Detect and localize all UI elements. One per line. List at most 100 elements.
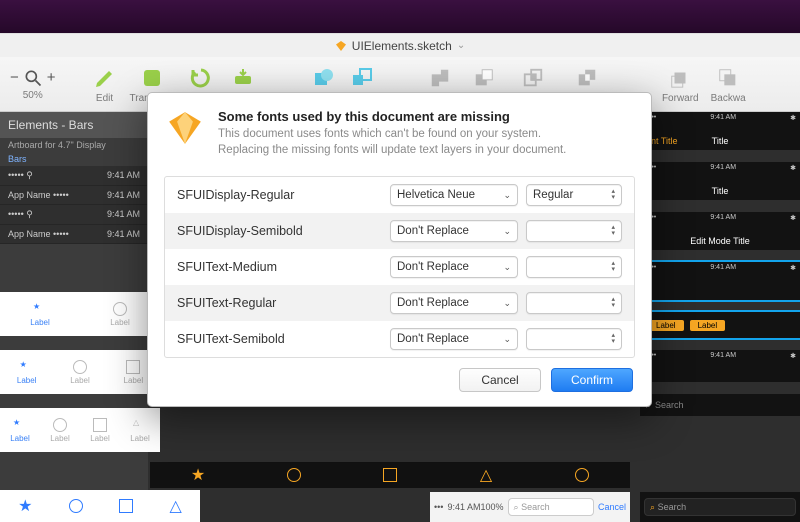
stepper-icon: ▴▾ (611, 189, 615, 201)
replacement-weight-select[interactable]: Regular▴▾ (526, 184, 622, 206)
pencil-icon (92, 65, 118, 91)
font-row: SFUIText-MediumDon't Replace⌄ ▴▾ (165, 249, 634, 285)
confirm-button[interactable]: Confirm (551, 368, 633, 392)
zoom-value: 50% (23, 90, 43, 101)
bring-forward-icon (667, 65, 693, 91)
intersect-icon (520, 65, 546, 91)
star-icon: ★ (13, 418, 27, 432)
font-row: SFUIDisplay-SemiboldDon't Replace⌄ ▴▾ (165, 213, 634, 249)
chevron-down-icon: ⌄ (503, 190, 511, 201)
cancel-button[interactable]: Cancel (459, 368, 541, 392)
sketch-app-icon (166, 109, 204, 147)
search-bar-dark: ⌕Search (640, 394, 800, 416)
replacement-weight-select[interactable]: ▴▾ (526, 220, 622, 242)
nav-bar-preview: App Name •••••9:41 AM (0, 225, 148, 244)
segment-chip: Label (690, 320, 726, 331)
stepper-icon: ▴▾ (611, 297, 615, 309)
tab-bar-artboards: ★Label Label ★Label Label Label ★Label L… (0, 292, 160, 466)
transform-icon (139, 65, 165, 91)
tab-star: ★Label (0, 302, 80, 327)
circle-icon (73, 360, 87, 374)
replacement-family-select[interactable]: Helvetica Neue⌄ (390, 184, 518, 206)
square-icon (93, 418, 107, 432)
tab-bar-light-2: ★Label Label Label (0, 350, 160, 394)
scale-icon (349, 65, 375, 91)
search-icon: ⌕ (514, 502, 519, 513)
tab-square: Label (80, 418, 120, 443)
artboard-subtitle: Artboard for 4.7" Display (0, 138, 148, 152)
tab-circle: Label (40, 418, 80, 443)
replacement-weight-select[interactable]: ▴▾ (526, 328, 622, 350)
star-icon: ★ (150, 462, 246, 488)
zoom-in-button[interactable]: + (47, 69, 56, 86)
nav-bar-preview: App Name •••••9:41 AM (0, 186, 148, 205)
search-input[interactable]: ⌕ Search (508, 498, 594, 516)
stepper-icon: ▴▾ (611, 225, 615, 237)
chevron-down-icon: ⌄ (503, 334, 511, 345)
triangle-icon: △ (169, 496, 181, 516)
navbar-title: Edit Mode Title (690, 236, 750, 246)
triangle-icon: △ (133, 418, 147, 432)
document-title: UIElements.sketch (352, 39, 452, 53)
navbar-title: Title (712, 186, 729, 196)
toolbar-label: Edit (96, 93, 113, 104)
status-bar-preview: ••••• ⚲9:41 AM (0, 166, 148, 186)
tab-star: ★Label (0, 360, 53, 385)
toolbar-label: Backwa (711, 93, 746, 104)
missing-font-name: SFUIText-Semibold (177, 332, 390, 346)
stepper-icon: ▴▾ (611, 333, 615, 345)
missing-font-name: SFUIDisplay-Regular (177, 188, 390, 202)
navbar-dark-small: •••••9:41 AM✱ (640, 350, 800, 382)
toolbar-label: Forward (662, 93, 699, 104)
toolbar-edit[interactable]: Edit (92, 65, 118, 104)
dialog-title: Some fonts used by this document are mis… (218, 109, 566, 124)
zoom-control: − + 50% (10, 68, 56, 101)
window-titlebar: UIElements.sketch ⌄ (0, 33, 800, 57)
zoom-out-button[interactable]: − (10, 69, 19, 86)
tab-bar-dark-shapes: ★ △ (150, 462, 630, 488)
toolbar-forward[interactable]: Forward (662, 65, 699, 104)
segment-chip: Label (648, 320, 684, 331)
title-dropdown-chevron-icon[interactable]: ⌄ (457, 40, 465, 51)
replacement-family-select[interactable]: Don't Replace⌄ (390, 292, 518, 314)
cancel-link[interactable]: Cancel (598, 502, 626, 512)
section-label: Bars (0, 152, 148, 166)
mask-icon (311, 65, 337, 91)
dialog-body: This document uses fonts which can't be … (218, 127, 566, 158)
navbar-dark-2: •••••9:41 AM✱ Title (640, 162, 800, 200)
search-icon: ⌕ (650, 502, 655, 513)
replacement-family-select[interactable]: Don't Replace⌄ (390, 220, 518, 242)
missing-font-name: SFUIDisplay-Semibold (177, 224, 390, 238)
circle-icon (534, 462, 630, 488)
square-icon (126, 360, 140, 374)
macos-menubar-area (0, 0, 800, 33)
chevron-down-icon: ⌄ (503, 298, 511, 309)
send-backward-icon (715, 65, 741, 91)
star-icon: ★ (20, 360, 34, 374)
chevron-down-icon: ⌄ (503, 226, 511, 237)
triangle-icon: △ (438, 462, 534, 488)
flatten-icon (230, 65, 256, 91)
circle-icon (53, 418, 67, 432)
toolbar-backward[interactable]: Backwa (711, 65, 746, 104)
artboard-title[interactable]: Elements - Bars (0, 112, 148, 138)
search-input[interactable]: ⌕ Search (644, 498, 796, 516)
font-row: SFUIText-RegularDon't Replace⌄▴▾ (165, 285, 634, 321)
tab-triangle: △Label (120, 418, 160, 443)
status-bar-preview: ••••• ⚲9:41 AM (0, 205, 148, 225)
replacement-weight-select[interactable]: ▴▾ (526, 292, 622, 314)
segmented-dark: Label Label (640, 312, 800, 338)
tab-bar-light-3: ★Label Label Label △Label (0, 408, 160, 452)
font-row: SFUIText-SemiboldDon't Replace⌄ ▴▾ (165, 321, 634, 357)
replacement-family-select[interactable]: Don't Replace⌄ (390, 256, 518, 278)
square-icon (119, 499, 133, 513)
font-row: SFUIDisplay-RegularHelvetica Neue⌄ Regula… (165, 177, 634, 213)
search-bar-light: ••• 9:41 AM 100% ⌕ Search Cancel (430, 492, 630, 522)
sketch-document-icon (335, 40, 347, 52)
dark-navbar-artboards: •••••9:41 AM✱ ent Title Title •••••9:41 … (640, 112, 800, 416)
replacement-family-select[interactable]: Don't Replace⌄ (390, 328, 518, 350)
navbar-dark-edit: •••••9:41 AM✱ Edit Mode Title (640, 212, 800, 250)
magnifier-icon[interactable] (23, 68, 43, 88)
replacement-weight-select[interactable]: ▴▾ (526, 256, 622, 278)
missing-font-name: SFUIText-Medium (177, 260, 390, 274)
